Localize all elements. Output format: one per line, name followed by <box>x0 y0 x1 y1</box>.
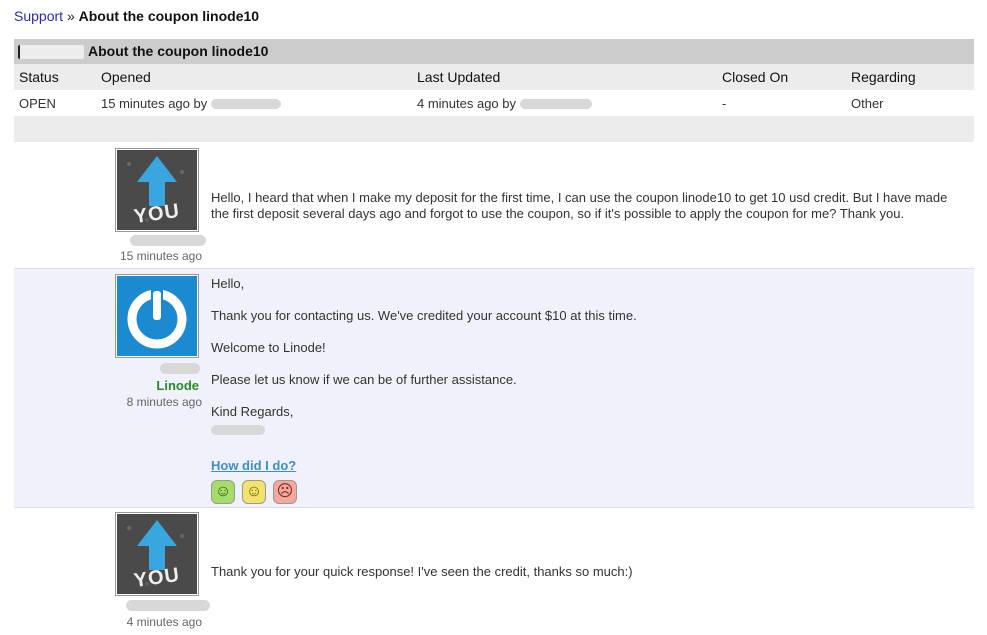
table-row: OPEN 15 minutes ago by 4 minutes ago by … <box>14 90 974 116</box>
message-body: Hello, Thank you for contacting us. We'v… <box>211 276 956 504</box>
ticket-summary: About the coupon linode10 Status Opened … <box>14 39 974 142</box>
col-last-updated: Last Updated <box>412 64 717 90</box>
ticket-regarding: Other <box>851 95 884 111</box>
ticket-status: OPEN <box>19 95 56 111</box>
message-staff: Linode 8 minutes ago Hello, Thank you fo… <box>14 268 974 508</box>
rate-response-link[interactable]: How did I do? <box>211 458 296 473</box>
ticket-info-table: Status Opened Last Updated Closed On Reg… <box>14 64 974 142</box>
message-line: Please let us know if we can be of furth… <box>211 372 517 387</box>
col-status: Status <box>14 64 96 90</box>
redacted-signature <box>211 424 265 435</box>
ticket-header: About the coupon linode10 <box>14 39 974 64</box>
message-time: 15 minutes ago <box>119 249 202 263</box>
redacted-username <box>130 235 206 246</box>
redacted-username <box>519 99 592 110</box>
breadcrumb: Support » About the coupon linode10 <box>14 8 259 24</box>
ticket-title: About the coupon linode10 <box>88 43 269 59</box>
happy-face-icon[interactable]: ☺ <box>211 480 235 504</box>
col-opened: Opened <box>96 64 412 90</box>
message-customer-2: YOU 4 minutes ago Thank you for your qui… <box>14 507 974 635</box>
customer-avatar: YOU <box>115 512 199 596</box>
breadcrumb-support-link[interactable]: Support <box>14 8 63 24</box>
table-spacer <box>14 116 974 142</box>
power-logo-icon <box>117 276 197 356</box>
message-customer-1: YOU 15 minutes ago Hello, I heard that w… <box>14 143 974 268</box>
redacted-ticket-id <box>18 45 84 60</box>
message-line: Thank you for contacting us. We've credi… <box>211 308 637 323</box>
col-closed-on: Closed On <box>717 64 846 90</box>
sad-face-icon[interactable]: ☹ <box>273 480 297 504</box>
linode-avatar <box>115 274 199 358</box>
customer-avatar: YOU <box>115 148 199 232</box>
ticket-closed-on: - <box>722 95 727 111</box>
message-time: 8 minutes ago <box>126 395 202 409</box>
ticket-last-updated: 4 minutes ago by <box>412 90 717 116</box>
breadcrumb-separator: » <box>66 8 75 24</box>
redacted-username <box>160 363 200 374</box>
neutral-face-icon[interactable]: ☺ <box>242 480 266 504</box>
redacted-username <box>210 99 281 110</box>
breadcrumb-current: About the coupon linode10 <box>78 8 260 24</box>
message-line: Hello, <box>211 276 245 291</box>
ticket-opened: 15 minutes ago by <box>96 90 412 116</box>
message-body: Hello, I heard that when I make my depos… <box>211 190 948 221</box>
message-line: Welcome to Linode! <box>211 340 326 355</box>
message-line: Kind Regards, <box>211 404 294 419</box>
message-body: Thank you for your quick response! I've … <box>211 564 633 579</box>
col-regarding: Regarding <box>846 64 974 90</box>
message-time: 4 minutes ago <box>126 615 202 629</box>
rating-faces: ☺ ☺ ☹ <box>211 480 956 504</box>
author-org: Linode <box>156 378 199 393</box>
redacted-username <box>126 600 210 611</box>
